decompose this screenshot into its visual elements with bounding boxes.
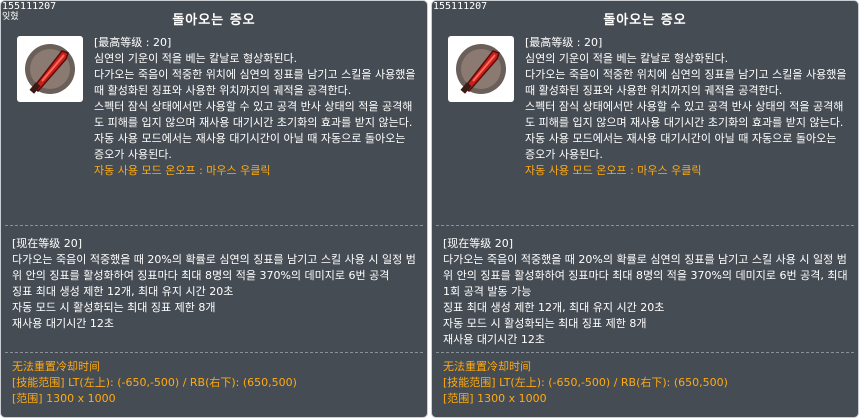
skill-icon (17, 36, 83, 102)
extra-line: 无法重置冷却时间 (12, 360, 100, 373)
divider (436, 352, 854, 353)
red-blade-skill-icon (456, 44, 506, 94)
level-line: 재사용 대기시간 12초 (12, 317, 114, 330)
skill-tooltip-right: 155111207 돌아오는 증오 [最高等级 : 20] 심연의 기운이 적을… (431, 0, 859, 418)
description-line: 다가오는 죽음이 적중한 위치에 심연의 징표를 남기고 스킬을 사용했을 때 … (525, 68, 847, 97)
level-line: 다가오는 죽음이 적중했을 때 20%의 확률로 심연의 징표를 남기고 스킬 … (12, 253, 416, 282)
extra-line: [范围] 1300 x 1000 (443, 392, 547, 405)
divider (5, 352, 423, 353)
extra-line: [范围] 1300 x 1000 (12, 392, 116, 405)
divider (436, 225, 854, 226)
level-line: 자동 모드 시 활성화되는 최대 징표 제한 8개 (443, 317, 647, 330)
skill-title: 돌아오는 증오 (172, 13, 256, 28)
max-level: [最高等级 : 20] (94, 36, 172, 49)
level-line: 징표 최대 생성 제한 12개, 최대 유지 시간 20초 (443, 301, 665, 314)
skill-tooltip-left: 155111207 잊혔 돌아오는 증오 [最高等级 : 20] 심연의 기운이… (0, 0, 428, 418)
auto-mode-hint: 자동 사용 모드 온오프 : 마우스 우클릭 (94, 164, 271, 177)
level-line: 다가오는 죽음이 적중했을 때 20%의 확률로 심연의 징표를 남기고 스킬 … (443, 253, 848, 298)
divider (5, 225, 423, 226)
description-line: 심연의 기운이 적을 베는 칼날로 형상화된다. (94, 52, 298, 65)
extra-info: 无法重置冷却时间 [技能范围] LT(左上): (-650,-500) / RB… (12, 359, 421, 407)
level-line: 징표 최대 생성 제한 12개, 최대 유지 시간 20초 (12, 285, 234, 298)
description-line: 자동 사용 모드에서는 재사용 대기시간이 아닐 때 자동으로 돌아오는 증오가… (94, 132, 406, 161)
auto-mode-hint: 자동 사용 모드 온오프 : 마우스 우클릭 (525, 164, 702, 177)
description-line: 자동 사용 모드에서는 재사용 대기시간이 아닐 때 자동으로 돌아오는 증오가… (525, 132, 837, 161)
red-blade-skill-icon (25, 44, 75, 94)
skill-description: [最高等级 : 20] 심연의 기운이 적을 베는 칼날로 형상화된다. 다가오… (525, 35, 848, 179)
skill-icon (448, 36, 514, 102)
extra-line: [技能范围] LT(左上): (-650,-500) / RB(右下): (65… (12, 376, 297, 389)
skill-title: 돌아오는 증오 (603, 13, 687, 28)
current-level: [现在等级 20] (443, 237, 514, 250)
extra-info: 无法重置冷却时间 [技能范围] LT(左上): (-650,-500) / RB… (443, 359, 852, 407)
description-line: 심연의 기운이 적을 베는 칼날로 형상화된다. (525, 52, 729, 65)
description-line: 스펙터 잠식 상태에서만 사용할 수 있고 공격 반사 상태의 적을 공격해도 … (94, 100, 413, 129)
current-level-section: [现在等级 20] 다가오는 죽음이 적중했을 때 20%의 확률로 심연의 징… (12, 236, 421, 332)
description-line: 다가오는 죽음이 적중한 위치에 심연의 징표를 남기고 스킬을 사용했을 때 … (94, 68, 416, 97)
description-line: 스펙터 잠식 상태에서만 사용할 수 있고 공격 반사 상태의 적을 공격해도 … (525, 100, 844, 129)
level-line: 재사용 대기시간 12초 (443, 333, 545, 346)
extra-line: 无法重置冷却时间 (443, 360, 531, 373)
current-level: [现在等级 20] (12, 237, 83, 250)
skill-description: [最高等级 : 20] 심연의 기운이 적을 베는 칼날로 형상화된다. 다가오… (94, 35, 417, 179)
extra-line: [技能范围] LT(左上): (-650,-500) / RB(右下): (65… (443, 376, 728, 389)
max-level: [最高等级 : 20] (525, 36, 603, 49)
current-level-section: [现在等级 20] 다가오는 죽음이 적중했을 때 20%의 확률로 심연의 징… (443, 236, 852, 348)
level-line: 자동 모드 시 활성화되는 최대 징표 제한 8개 (12, 301, 216, 314)
